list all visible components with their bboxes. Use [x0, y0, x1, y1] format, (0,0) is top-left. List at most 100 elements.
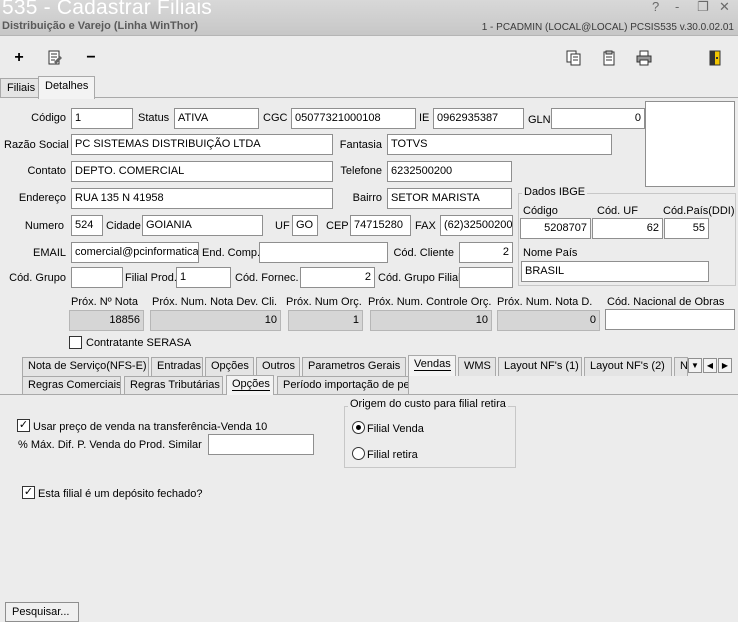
cod-nacional-obras-field[interactable] — [605, 309, 735, 330]
endereco-field[interactable]: RUA 135 N 41958 — [71, 188, 333, 209]
cep-field[interactable]: 74715280 — [350, 215, 411, 236]
tab-label: Período importação de pedidos — [283, 379, 409, 391]
arrow-right-icon: ▶ — [721, 361, 729, 370]
filial-prod-field[interactable]: 1 — [176, 267, 231, 288]
check-icon: ✓ — [18, 419, 29, 431]
ibge-codigo-field[interactable]: 5208707 — [520, 218, 591, 239]
search-button[interactable]: Pesquisar... — [5, 602, 79, 622]
codigo-field[interactable]: 1 — [71, 108, 133, 129]
deposito-fechado-label: Esta filial é um depósito fechado? — [38, 488, 203, 500]
status-field[interactable]: ATIVA — [174, 108, 259, 129]
tab-regras-comerciais[interactable]: Regras Comerciais — [22, 376, 121, 395]
cod-grupo-field[interactable] — [71, 267, 123, 288]
tab-periodo-importacao[interactable]: Período importação de pedidos — [277, 376, 409, 395]
tab-wms[interactable]: WMS — [458, 357, 496, 376]
deposito-fechado-checkbox[interactable]: ✓ — [22, 486, 35, 499]
ibge-cod-pais-label: Cód.País(DDI) — [663, 205, 735, 217]
maximize-button[interactable]: ❐ — [697, 0, 709, 15]
fax-field[interactable]: (62)32500200 — [440, 215, 513, 236]
ibge-cod-uf-field[interactable]: 62 — [592, 218, 663, 239]
minimize-button[interactable]: ‑ — [675, 0, 679, 14]
filial-image-box[interactable] — [645, 101, 735, 187]
title-bar: 535 - Cadastrar Filiais Distribuição e V… — [0, 0, 738, 36]
cod-cliente-field[interactable]: 2 — [459, 242, 513, 263]
copy-button[interactable] — [563, 47, 585, 69]
cgc-field[interactable]: 05077321000108 — [291, 108, 416, 129]
help-button[interactable]: ? — [652, 0, 659, 14]
window-title: 535 - Cadastrar Filiais — [2, 0, 213, 19]
print-button[interactable] — [633, 47, 655, 69]
gln-field[interactable]: 0 — [551, 108, 645, 129]
numero-field[interactable]: 524 — [71, 215, 103, 236]
razao-social-field[interactable]: PC SISTEMAS DISTRIBUIÇÃO LTDA — [71, 134, 333, 155]
tab-opcoes-1[interactable]: Opções — [205, 357, 254, 376]
tab-layout-nfs-1[interactable]: Layout NF's (1) — [498, 357, 582, 376]
tab-vendas[interactable]: Vendas — [408, 355, 456, 376]
filial-retira-radio[interactable] — [352, 447, 365, 460]
uf-field[interactable]: GO — [292, 215, 318, 236]
tabs-scroll-left-button[interactable]: ◀ — [703, 358, 717, 373]
ie-label: IE — [419, 112, 430, 124]
numero-label: Numero — [24, 220, 64, 232]
email-field[interactable]: comercial@pcinformatica.c — [71, 242, 199, 263]
tab-detalhes[interactable]: Detalhes — [38, 76, 96, 99]
razao-social-label: Razão Social — [4, 139, 69, 151]
tab-label: Detalhes — [45, 80, 89, 92]
remove-button[interactable]: − — [80, 47, 102, 69]
nome-pais-field[interactable]: BRASIL — [521, 261, 709, 282]
maximize-icon: ❐ — [697, 0, 709, 14]
add-button[interactable]: + — [8, 47, 30, 69]
fantasia-field[interactable]: TOTVS — [387, 134, 612, 155]
contato-field[interactable]: DEPTO. COMERCIAL — [71, 161, 333, 182]
tab-label: N — [680, 360, 688, 372]
check-icon: ✓ — [23, 486, 34, 498]
tab-entradas[interactable]: Entradas — [151, 357, 203, 376]
prox-nota-label: Próx. Nº Nota — [71, 296, 138, 308]
cod-fornec-label: Cód. Fornec. — [235, 272, 299, 284]
usar-preco-checkbox[interactable]: ✓ — [17, 419, 30, 432]
end-comp-field[interactable] — [259, 242, 388, 263]
cidade-field[interactable]: GOIANIA — [142, 215, 263, 236]
ibge-codigo-label: Código — [523, 205, 558, 217]
tabs-scroll-right-button[interactable]: ▶ — [718, 358, 732, 373]
prox-controle-orc-label: Próx. Num. Controle Orç. — [368, 296, 492, 308]
cod-fornec-field[interactable]: 2 — [300, 267, 375, 288]
cod-cliente-label: Cód. Cliente — [393, 247, 454, 259]
edit-button[interactable] — [44, 47, 66, 69]
cod-grupo-filial-field[interactable] — [459, 267, 513, 288]
max-dif-field[interactable] — [208, 434, 314, 455]
tab-label: WMS — [464, 360, 491, 372]
close-button[interactable]: ✕ — [719, 0, 730, 15]
status-label: Status — [138, 112, 170, 124]
window-subtitle: Distribuição e Varejo (Linha WinThor) — [2, 20, 199, 32]
ibge-cod-pais-field[interactable]: 55 — [664, 218, 709, 239]
cidade-label: Cidade — [106, 220, 141, 232]
tab-regras-tributarias[interactable]: Regras Tributárias — [124, 376, 223, 395]
chevron-down-icon: ▼ — [691, 361, 699, 370]
tab-label: Layout NF's (1) — [504, 360, 579, 372]
tab-parametros-gerais[interactable]: Parametros Gerais — [302, 357, 406, 376]
max-dif-label: % Máx. Dif. P. Venda do Prod. Similar — [18, 439, 202, 451]
uf-label: UF — [275, 220, 290, 232]
filial-venda-radio[interactable] — [352, 421, 365, 434]
tab-layout-nfs-2[interactable]: Layout NF's (2) — [584, 357, 672, 376]
tab-more[interactable]: N — [674, 357, 688, 376]
origem-custo-title: Origem do custo para filial retira — [348, 398, 508, 410]
tab-filiais[interactable]: Filiais — [0, 78, 43, 99]
clipboard-button[interactable] — [598, 47, 620, 69]
ie-field[interactable]: 0962935387 — [433, 108, 524, 129]
telefone-field[interactable]: 6232500200 — [387, 161, 512, 182]
tab-outros[interactable]: Outros — [256, 357, 300, 376]
tab-opcoes-2[interactable]: Opções — [226, 375, 274, 395]
toolbar: + − — [0, 37, 738, 75]
cod-grupo-label: Cód. Grupo — [9, 272, 66, 284]
prox-nota-dev-field: 10 — [150, 310, 281, 331]
prox-nota-d-label: Próx. Num. Nota D. — [497, 296, 593, 308]
serasa-checkbox[interactable] — [69, 336, 82, 349]
user-session-info: 1 - PCADMIN (LOCAL@LOCAL) PCSIS535 v.30.… — [481, 22, 734, 33]
tab-nota-servico[interactable]: Nota de Serviço(NFS-E) — [22, 357, 149, 376]
tabs-dropdown-button[interactable]: ▼ — [688, 358, 702, 373]
exit-button[interactable] — [704, 47, 726, 69]
tab-label: Opções — [232, 378, 270, 391]
bairro-field[interactable]: SETOR MARISTA — [387, 188, 512, 209]
